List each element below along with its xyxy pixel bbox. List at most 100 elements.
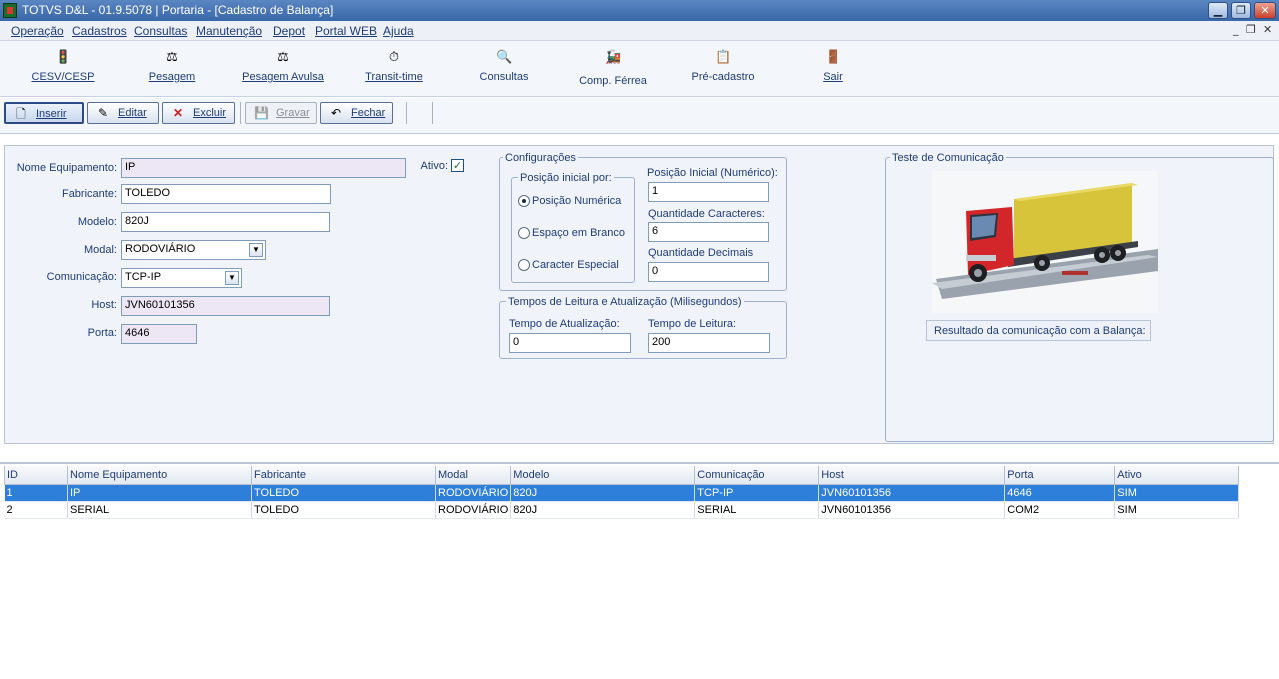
- menu-depot[interactable]: Depot: [273, 24, 305, 38]
- cell-modelo: 820J: [510, 501, 696, 519]
- col-modal[interactable]: Modal: [434, 466, 512, 485]
- cell-porta: COM2: [1004, 501, 1116, 519]
- menu-ajuda[interactable]: Ajuda: [383, 24, 414, 38]
- cell-host: JVN60101356: [818, 501, 1006, 519]
- modal-value: RODOVIÁRIO: [125, 243, 196, 255]
- traffic-light-icon: 🚦: [55, 50, 72, 65]
- table-row[interactable]: 1 IP TOLEDO RODOVIÁRIO 820J TCP-IP JVN60…: [4, 484, 1240, 502]
- toolbar-label: Sair: [823, 71, 843, 83]
- editar-button[interactable]: ✎ Editar: [87, 102, 159, 124]
- cell-modelo: 820J: [510, 484, 696, 502]
- document-icon: 📋: [715, 50, 732, 65]
- chevron-down-icon[interactable]: ▼: [249, 243, 263, 257]
- minimize-button[interactable]: ▁: [1208, 2, 1228, 19]
- toolbar-label: Pesagem Avulsa: [242, 71, 324, 83]
- col-comunicacao[interactable]: Comunicação: [694, 466, 820, 485]
- ativo-checkbox[interactable]: ✓: [451, 159, 464, 172]
- tempo-atualizacao-label: Tempo de Atualização:: [509, 318, 620, 330]
- quantidade-decimais-field[interactable]: 0: [648, 262, 769, 282]
- toolbar-transit-time[interactable]: ⏱ Transit-time: [344, 41, 444, 95]
- cell-id: 1: [4, 484, 68, 502]
- separator: [406, 102, 407, 124]
- toolbar-sair[interactable]: 🚪 Sair: [783, 41, 883, 95]
- menu-portal-web[interactable]: Portal WEB: [315, 24, 377, 38]
- chevron-down-icon[interactable]: ▼: [225, 271, 239, 285]
- nome-equipamento-field[interactable]: IP: [121, 158, 406, 178]
- quantidade-decimais-label: Quantidade Decimais: [648, 247, 754, 259]
- cell-host: JVN60101356: [818, 484, 1006, 502]
- radio-caracter-especial-label: Caracter Especial: [532, 259, 619, 271]
- radio-posicao-numerica-label: Posição Numérica: [532, 195, 622, 207]
- toolbar-label: Consultas: [479, 71, 529, 83]
- col-id[interactable]: ID: [4, 466, 68, 485]
- nome-equipamento-label: Nome Equipamento:: [16, 162, 117, 174]
- menu-operacao[interactable]: Operação: [11, 24, 64, 38]
- clock-icon: ⏱: [388, 50, 400, 65]
- tempos-title: Tempos de Leitura e Atualização (Miliseg…: [506, 296, 744, 308]
- col-porta[interactable]: Porta: [1004, 466, 1116, 485]
- porta-label: Porta:: [87, 327, 117, 339]
- col-nome-equipamento[interactable]: Nome Equipamento: [67, 466, 252, 485]
- excluir-button[interactable]: ✕ Excluir: [162, 102, 235, 124]
- modelo-field[interactable]: 820J: [121, 212, 330, 232]
- radio-espaco-em-branco[interactable]: [518, 227, 530, 239]
- save-icon: 💾: [254, 106, 269, 120]
- toolbar-pesagem-avulsa[interactable]: ⚖ Pesagem Avulsa: [233, 41, 333, 95]
- porta-field[interactable]: 4646: [121, 324, 197, 344]
- modal-select[interactable]: RODOVIÁRIO ▼: [121, 240, 266, 260]
- resultado-comunicacao-box: Resultado da comunicação com a Balança:: [926, 320, 1151, 341]
- truck-illustration: [932, 183, 1158, 299]
- col-modelo[interactable]: Modelo: [510, 466, 696, 485]
- quantidade-caracteres-field[interactable]: 6: [648, 222, 769, 242]
- cell-ativo: SIM: [1114, 484, 1240, 502]
- truck-scale-image: [932, 171, 1158, 313]
- inserir-button[interactable]: 🗋 Inserir: [4, 102, 84, 124]
- tempo-leitura-field[interactable]: 200: [648, 333, 770, 353]
- table-header-row: ID Nome Equipamento Fabricante Modal Mod…: [4, 466, 1240, 485]
- fechar-button[interactable]: ↶ Fechar: [320, 102, 393, 124]
- toolbar-pre-cadastro[interactable]: 📋 Pré-cadastro: [673, 41, 773, 95]
- toolbar-comp-ferrea[interactable]: 🚂 Comp. Férrea: [563, 41, 663, 95]
- table-row[interactable]: 2 SERIAL TOLEDO RODOVIÁRIO 820J SERIAL J…: [4, 501, 1240, 519]
- mdi-restore-button[interactable]: ❐: [1246, 23, 1256, 36]
- toolbar-pesagem[interactable]: ⚖ Pesagem: [122, 41, 222, 95]
- toolbar-label: CESV/CESP: [31, 71, 95, 83]
- balancas-table: ID Nome Equipamento Fabricante Modal Mod…: [4, 466, 1240, 519]
- toolbar-consultas[interactable]: 🔍 Consultas: [454, 41, 554, 95]
- toolbar-label: Pesagem: [148, 71, 196, 83]
- fabricante-field[interactable]: TOLEDO: [121, 184, 331, 204]
- teste-comunicacao-title: Teste de Comunicação: [890, 152, 1006, 164]
- posicao-inicial-numerico-field[interactable]: 1: [648, 182, 769, 202]
- menu-consultas[interactable]: Consultas: [134, 24, 187, 38]
- menu-manutencao[interactable]: Manutenção: [196, 24, 262, 38]
- close-button[interactable]: ✕: [1254, 2, 1276, 19]
- exit-door-icon: 🚪: [825, 50, 842, 65]
- col-ativo[interactable]: Ativo: [1114, 466, 1240, 485]
- menu-cadastros[interactable]: Cadastros: [72, 24, 127, 38]
- cell-ativo: SIM: [1114, 501, 1240, 519]
- comunicacao-select[interactable]: TCP-IP ▼: [121, 268, 242, 288]
- toolbar-label: Pré-cadastro: [691, 71, 755, 83]
- modelo-label: Modelo:: [77, 216, 117, 228]
- mdi-minimize-button[interactable]: _: [1233, 23, 1239, 36]
- restore-button[interactable]: ❐: [1231, 2, 1251, 19]
- col-host[interactable]: Host: [818, 466, 1006, 485]
- button-label: Editar: [118, 107, 147, 119]
- gravar-button[interactable]: 💾 Gravar: [245, 102, 317, 124]
- cell-porta: 4646: [1004, 484, 1116, 502]
- mdi-close-button[interactable]: ✕: [1263, 23, 1272, 36]
- host-label: Host:: [91, 299, 117, 311]
- radio-posicao-numerica[interactable]: [518, 195, 530, 207]
- cell-modal: RODOVIÁRIO: [435, 484, 512, 502]
- train-icon: 🚂: [605, 50, 622, 65]
- cell-comunicacao: TCP-IP: [694, 484, 820, 502]
- radio-caracter-especial[interactable]: [518, 259, 530, 271]
- scale-single-icon: ⚖: [277, 50, 289, 65]
- toolbar-cesv-cesp[interactable]: 🚦 CESV/CESP: [13, 41, 113, 95]
- radio-espaco-em-branco-label: Espaço em Branco: [532, 227, 625, 239]
- col-fabricante[interactable]: Fabricante: [251, 466, 436, 485]
- tempo-atualizacao-field[interactable]: 0: [509, 333, 631, 353]
- host-field[interactable]: JVN60101356: [121, 296, 330, 316]
- fabricante-label: Fabricante:: [61, 188, 117, 200]
- action-bar: 🗋 Inserir ✎ Editar ✕ Excluir 💾 Gravar ↶ …: [0, 98, 1279, 134]
